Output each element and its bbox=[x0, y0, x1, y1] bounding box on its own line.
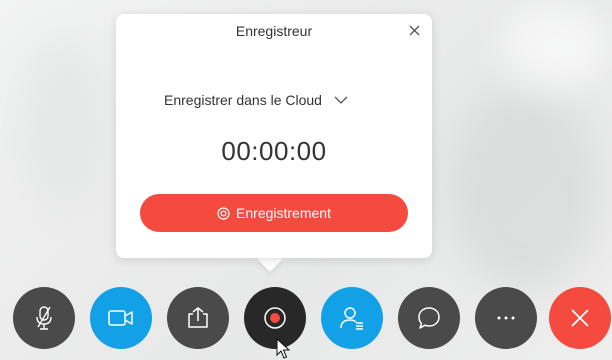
background-blur bbox=[450, 90, 600, 290]
more-icon bbox=[497, 316, 515, 320]
more-button[interactable] bbox=[475, 287, 537, 349]
participants-icon bbox=[340, 307, 363, 330]
record-button[interactable] bbox=[244, 287, 306, 349]
recording-timer: 00:00:00 bbox=[221, 136, 327, 166]
close-icon bbox=[409, 25, 419, 35]
mute-button[interactable] bbox=[13, 287, 75, 349]
mouse-pointer-icon bbox=[276, 338, 290, 359]
video-button[interactable] bbox=[90, 287, 152, 349]
share-icon bbox=[188, 307, 208, 328]
background-blur bbox=[20, 40, 110, 210]
chevron-down-icon bbox=[334, 96, 348, 104]
close-icon bbox=[571, 309, 589, 327]
recording-destination-dropdown[interactable]: Enregistrer dans le Cloud bbox=[164, 92, 348, 108]
recording-destination-label: Enregistrer dans le Cloud bbox=[164, 92, 322, 108]
video-camera-icon bbox=[108, 310, 133, 326]
background-blur bbox=[500, 0, 610, 90]
share-button[interactable] bbox=[167, 287, 229, 349]
start-recording-button[interactable]: Enregistrement bbox=[140, 194, 408, 232]
chat-button[interactable] bbox=[398, 287, 460, 349]
participants-button[interactable] bbox=[321, 287, 383, 349]
close-button[interactable] bbox=[404, 20, 424, 40]
leave-button[interactable] bbox=[549, 287, 611, 349]
start-recording-label: Enregistrement bbox=[236, 205, 331, 221]
recorder-popup: Enregistreur Enregistrer dans le Cloud 0… bbox=[116, 14, 432, 258]
popup-title: Enregistreur bbox=[235, 23, 313, 39]
chat-icon bbox=[418, 307, 440, 329]
microphone-muted-icon bbox=[36, 306, 52, 330]
target-icon bbox=[217, 206, 230, 220]
record-icon bbox=[264, 307, 286, 329]
